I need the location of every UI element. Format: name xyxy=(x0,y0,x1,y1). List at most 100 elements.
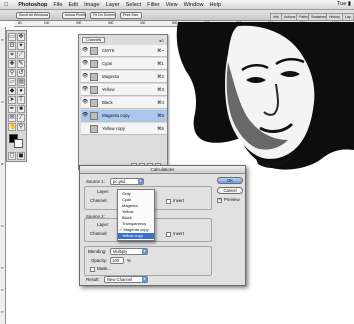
ruler-tick-label: 8 xyxy=(0,163,4,165)
source1-value: pc.psd xyxy=(113,179,126,184)
history-brush-tool-icon[interactable]: ↺ xyxy=(17,69,25,77)
chevron-down-icon: ▼ xyxy=(142,277,147,282)
marquee-tool-icon[interactable]: ▭ xyxy=(8,33,16,41)
document-canvas-image xyxy=(176,22,354,170)
channel-name: Yellow copy xyxy=(102,126,126,131)
eye-icon[interactable]: 👁 xyxy=(82,99,88,106)
channel-row-yellow-copy[interactable]: Yellow copy ⌘6 xyxy=(81,123,167,135)
quick-mask-mode-icon[interactable]: ◼ xyxy=(17,152,25,160)
tab-layers[interactable]: Lay xyxy=(342,13,354,20)
opacity-input[interactable]: 100 xyxy=(110,257,124,264)
channel-name: Magenta copy xyxy=(102,113,130,118)
gradient-tool-icon[interactable]: ▤ xyxy=(17,78,25,86)
eye-icon[interactable]: 👁 xyxy=(82,73,88,80)
channel-row-magenta[interactable]: 👁 Magenta ⌘2 xyxy=(81,71,167,83)
type-tool-icon[interactable]: T xyxy=(17,96,25,104)
healing-brush-tool-icon[interactable]: ✚ xyxy=(8,60,16,68)
menu-edit[interactable]: Edit xyxy=(68,2,78,8)
result-select[interactable]: New Channel ▼ xyxy=(104,276,148,283)
ok-button[interactable]: OK xyxy=(217,177,243,184)
brush-tool-icon[interactable]: ✎ xyxy=(17,60,25,68)
source1-invert-checkbox[interactable] xyxy=(166,199,171,204)
ruler-tick-label: 300 xyxy=(108,21,114,25)
path-selection-tool-icon[interactable]: ➤ xyxy=(8,96,16,104)
dodge-tool-icon[interactable]: ● xyxy=(17,87,25,95)
cancel-button[interactable]: Cancel xyxy=(217,187,243,194)
shape-tool-icon[interactable]: ■ xyxy=(17,105,25,113)
channels-panel: Channels ▸≡ 👁 CMYK ⌘~ 👁 Cyan ⌘1 👁 Magent… xyxy=(78,34,168,170)
slice-tool-icon[interactable]: ⟋ xyxy=(17,51,25,59)
menu-layer[interactable]: Layer xyxy=(106,2,120,8)
menu-filter[interactable]: Filter xyxy=(147,2,159,8)
source1-select[interactable]: pc.psd ▼ xyxy=(110,178,144,185)
mask-checkbox[interactable] xyxy=(90,267,95,272)
eyedropper-tool-icon[interactable]: ⁄ xyxy=(17,114,25,122)
preview-checkbox[interactable] xyxy=(217,197,222,203)
channel-row-yellow[interactable]: 👁 Yellow ⌘3 xyxy=(81,84,167,96)
source2-channel-label: Channel: xyxy=(90,231,108,236)
channel-thumbnail xyxy=(90,73,98,81)
clone-stamp-tool-icon[interactable]: ⚲ xyxy=(8,69,16,77)
menu-select[interactable]: Select xyxy=(126,2,142,8)
channel-name: Yellow xyxy=(102,87,115,92)
chevron-down-icon: ▼ xyxy=(142,249,147,254)
channel-row-cyan[interactable]: 👁 Cyan ⌘1 xyxy=(81,58,167,70)
channel-popup-menu: Gray Cyan Magenta Yellow Black Transpare… xyxy=(117,189,155,241)
toolbox: ▭ ✥ ʘ ✦ ⌗ ⟋ ✚ ✎ ⚲ ↺ ▱ ▤ ◆ ● ➤ T ✒ ■ ✉ ⁄ … xyxy=(6,30,27,162)
result-label: Result: xyxy=(86,277,100,282)
channels-tab[interactable]: Channels xyxy=(82,37,106,43)
blur-tool-icon[interactable]: ◆ xyxy=(8,87,16,95)
panel-menu-icon[interactable]: ▸≡ xyxy=(160,38,164,43)
apple-menu-icon[interactable]:  xyxy=(4,2,8,8)
preview-label: Preview xyxy=(224,197,240,202)
channel-row-cmyk[interactable]: 👁 CMYK ⌘~ xyxy=(81,45,167,57)
scroll-all-windows-checkbox[interactable]: Scroll All Windows xyxy=(16,12,50,19)
magic-wand-tool-icon[interactable]: ✦ xyxy=(17,42,25,50)
menu-help[interactable]: Help xyxy=(210,2,222,8)
channel-row-magenta-copy[interactable]: 👁 Magenta copy ⌘5 xyxy=(81,110,167,122)
lasso-tool-icon[interactable]: ʘ xyxy=(8,42,16,50)
channel-row-black[interactable]: 👁 Black ⌘4 xyxy=(81,97,167,109)
mask-label: Mask... xyxy=(97,266,112,271)
background-color-swatch[interactable] xyxy=(14,139,23,148)
move-tool-icon[interactable]: ✥ xyxy=(17,33,25,41)
menu-item-yellow-copy[interactable]: Yellow copy xyxy=(118,233,154,239)
pen-tool-icon[interactable]: ✒ xyxy=(8,105,16,113)
actual-pixels-button[interactable]: Actual Pixels xyxy=(62,12,86,19)
ruler-tick-label: 6 xyxy=(0,39,4,41)
fit-on-screen-button[interactable]: Fit On Screen xyxy=(90,12,116,19)
menu-view[interactable]: View xyxy=(166,2,178,8)
channel-thumbnail xyxy=(90,86,98,94)
source2-layer-label: Layer: xyxy=(97,222,110,227)
ruler-tick-label: 1 xyxy=(0,267,4,269)
crop-tool-icon[interactable]: ⌗ xyxy=(8,51,16,59)
eye-icon[interactable]: 👁 xyxy=(82,47,88,54)
source2-invert-checkbox[interactable] xyxy=(166,232,171,237)
print-size-button[interactable]: Print Size xyxy=(120,12,142,19)
menu-window[interactable]: Window xyxy=(184,2,204,8)
hand-tool-icon[interactable]: ✋ xyxy=(8,123,16,131)
menubar-status-icons: Tue ▮ xyxy=(336,1,351,7)
channel-thumbnail xyxy=(90,112,98,120)
menu-image[interactable]: Image xyxy=(84,2,100,8)
eye-visibility-empty[interactable] xyxy=(82,125,88,132)
zoom-tool-icon[interactable]: ⚲ xyxy=(17,123,25,131)
eye-icon[interactable]: 👁 xyxy=(82,60,88,67)
channel-shortcut: ⌘~ xyxy=(157,48,164,53)
eye-icon[interactable]: 👁 xyxy=(82,112,88,119)
channel-thumbnail xyxy=(90,125,98,133)
eye-icon[interactable]: 👁 xyxy=(82,86,88,93)
source1-layer-label: Layer: xyxy=(97,189,110,194)
source2-invert-label: Invert xyxy=(173,231,184,236)
menu-file[interactable]: File xyxy=(53,2,62,8)
menu-app[interactable]: Photoshop xyxy=(18,2,47,8)
channel-name: Magenta xyxy=(102,74,120,79)
tab-history[interactable]: History xyxy=(326,13,343,20)
ruler-tick-label: 9 xyxy=(0,225,4,227)
channel-shortcut: ⌘1 xyxy=(157,61,164,66)
blending-select[interactable]: Multiply ▼ xyxy=(110,248,148,255)
notes-tool-icon[interactable]: ✉ xyxy=(8,114,16,122)
eraser-tool-icon[interactable]: ▱ xyxy=(8,78,16,86)
source1-channel-label: Channel: xyxy=(90,198,108,203)
standard-mode-icon[interactable]: ◻ xyxy=(8,152,16,160)
